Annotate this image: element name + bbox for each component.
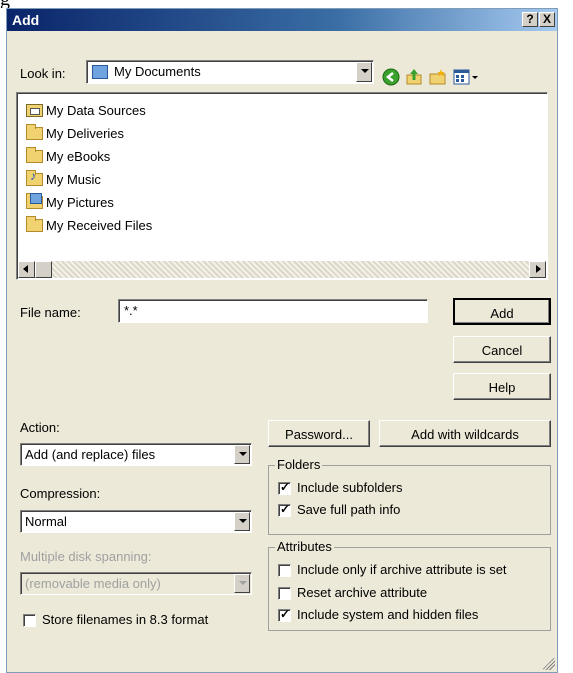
folder-icon [26, 216, 43, 232]
look-in-dropdown[interactable]: My Documents [86, 60, 374, 84]
folders-group: Folders Include subfolders Save full pat… [268, 457, 551, 535]
views-menu-icon[interactable] [453, 68, 481, 86]
compression-label: Compression: [20, 486, 101, 501]
new-folder-icon[interactable] [429, 68, 447, 86]
save-full-path-box[interactable] [278, 502, 291, 517]
compression-dropdown-button[interactable] [234, 512, 250, 531]
system-hidden-box[interactable] [278, 607, 291, 622]
pictures-folder-icon [26, 193, 43, 209]
data-sources-folder-icon [26, 104, 43, 117]
up-folder-icon[interactable] [405, 68, 423, 86]
list-item-label: My Music [46, 172, 101, 187]
spanning-label: Multiple disk spanning: [20, 549, 152, 564]
compression-dropdown[interactable]: Normal [20, 510, 252, 533]
music-folder-icon [26, 169, 43, 186]
cancel-button[interactable]: Cancel [453, 336, 551, 363]
spanning-dropdown: (removable media only) [20, 572, 252, 595]
scroll-right-button[interactable] [529, 261, 546, 278]
add-dialog: Add ? X Look in: My Documents My Data So… [6, 8, 558, 673]
archive-only-label: Include only if archive attribute is set [297, 562, 507, 577]
folders-group-title: Folders [275, 457, 323, 472]
list-item-label: My Pictures [46, 195, 114, 210]
action-label: Action: [20, 420, 60, 435]
reset-archive-box[interactable] [278, 587, 291, 600]
help-button[interactable]: Help [453, 373, 551, 400]
title-bar[interactable]: Add ? X [7, 9, 557, 31]
look-in-dropdown-button[interactable] [356, 62, 372, 82]
list-item-label: My Received Files [46, 218, 153, 233]
spanning-dropdown-button [234, 574, 250, 593]
compression-value: Normal [25, 514, 67, 529]
archive-only-box[interactable] [278, 564, 291, 577]
arrow-left-icon [23, 265, 28, 273]
add-button[interactable]: Add [453, 298, 551, 325]
list-item-label: My Data Sources [46, 103, 146, 118]
my-documents-icon [92, 65, 108, 79]
include-subfolders-box[interactable] [278, 480, 291, 495]
action-value: Add (and replace) files [25, 447, 156, 462]
password-button[interactable]: Password... [268, 420, 370, 447]
page-top-fragment: g [0, 0, 573, 8]
filename-label: File name: [20, 305, 81, 320]
filename-value: *.* [124, 303, 138, 318]
action-dropdown-button[interactable] [234, 445, 250, 464]
help-title-button[interactable]: ? [522, 12, 538, 27]
spanning-value: (removable media only) [25, 576, 161, 591]
look-in-label: Look in: [20, 66, 66, 81]
reset-archive-label: Reset archive attribute [297, 585, 428, 600]
scroll-thumb[interactable] [35, 261, 52, 278]
system-hidden-label: Include system and hidden files [297, 607, 479, 622]
list-item-label: My Deliveries [46, 126, 125, 141]
folder-icon [26, 147, 43, 163]
store-83-label: Store filenames in 8.3 format [42, 612, 209, 627]
attributes-group-title: Attributes [275, 539, 334, 554]
arrow-right-icon [536, 265, 541, 273]
save-full-path-label: Save full path info [297, 502, 401, 517]
file-list[interactable]: My Data Sources My Deliveries My eBooks … [16, 92, 548, 280]
scroll-left-button[interactable] [18, 261, 35, 278]
include-subfolders-label: Include subfolders [297, 480, 403, 495]
back-icon[interactable] [382, 68, 400, 86]
list-item-label: My eBooks [46, 149, 111, 164]
resize-grip-icon[interactable] [543, 658, 555, 670]
dialog-title: Add [12, 12, 40, 28]
folder-icon [26, 124, 43, 140]
filename-input[interactable]: *.* [118, 299, 428, 323]
look-in-value: My Documents [114, 64, 201, 79]
action-dropdown[interactable]: Add (and replace) files [20, 443, 252, 466]
attributes-group: Attributes Include only if archive attri… [268, 539, 551, 631]
horizontal-scrollbar[interactable] [18, 261, 546, 278]
store-83-box[interactable] [23, 614, 36, 627]
add-with-wildcards-button[interactable]: Add with wildcards [379, 420, 551, 447]
close-title-button[interactable]: X [539, 12, 555, 27]
